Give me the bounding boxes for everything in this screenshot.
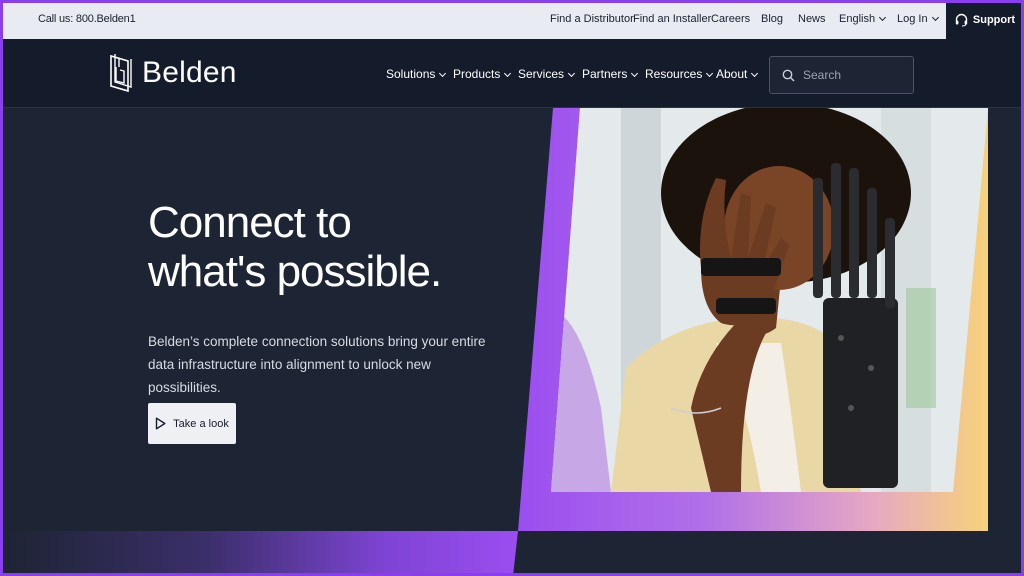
nav-label: Services [518,67,565,81]
hero-title: Connect to what's possible. [148,198,442,296]
hero-image [551,108,988,492]
search-input[interactable] [803,68,903,82]
utility-bar: Call us: 800.Belden1 Find a Distributor … [0,0,1024,39]
nav-solutions[interactable]: Solutions [386,67,447,81]
search-icon [782,69,795,82]
take-a-look-button[interactable]: Take a look [148,403,236,444]
nav-services[interactable]: Services [518,67,576,81]
nav-label: Products [453,67,501,81]
nav-label: Solutions [386,67,436,81]
careers-link[interactable]: Careers [711,13,750,25]
chevron-down-icon [879,13,887,22]
headset-icon [955,13,968,27]
language-selector[interactable]: English [839,13,887,25]
main-nav: Belden Solutions Products Services Partn… [0,39,1024,108]
support-label: Support [972,13,1016,26]
hero-title-line2: what's possible. [148,247,442,296]
news-link[interactable]: News [798,13,826,25]
gradient-strip [0,531,518,576]
phone-number[interactable]: Call us: 800.Belden1 [38,13,136,25]
nav-label: Resources [645,67,703,81]
hero-subtitle: Belden’s complete connection solutions b… [148,334,486,395]
cta-label: Take a look [173,417,229,430]
search-box[interactable] [769,56,914,94]
play-icon [155,417,166,430]
chevron-down-icon [567,69,576,78]
support-button[interactable]: Support [946,0,1024,39]
chevron-down-icon [439,69,447,78]
nav-about[interactable]: About [716,67,759,81]
nav-label: Partners [582,67,628,81]
chevron-down-icon [504,69,512,78]
nav-resources[interactable]: Resources [645,67,714,81]
hero-illustration [551,108,988,492]
nav-label: About [716,67,748,81]
chevron-down-icon [631,69,639,78]
find-distributor-link[interactable]: Find a Distributor [550,13,634,25]
hero-title-line1: Connect to [148,198,352,247]
find-installer-link[interactable]: Find an Installer [633,13,711,25]
chevron-down-icon [751,69,759,78]
belden-logo-icon [110,54,132,93]
brand-name: Belden [142,56,237,89]
chevron-down-icon [931,13,939,22]
login-menu[interactable]: Log In [897,13,939,25]
brand-logo[interactable]: Belden [108,53,237,93]
nav-partners[interactable]: Partners [582,67,639,81]
chevron-down-icon [706,69,714,78]
nav-products[interactable]: Products [453,67,512,81]
blog-link[interactable]: Blog [761,13,783,25]
login-label: Log In [897,13,928,25]
language-label: English [839,13,876,25]
